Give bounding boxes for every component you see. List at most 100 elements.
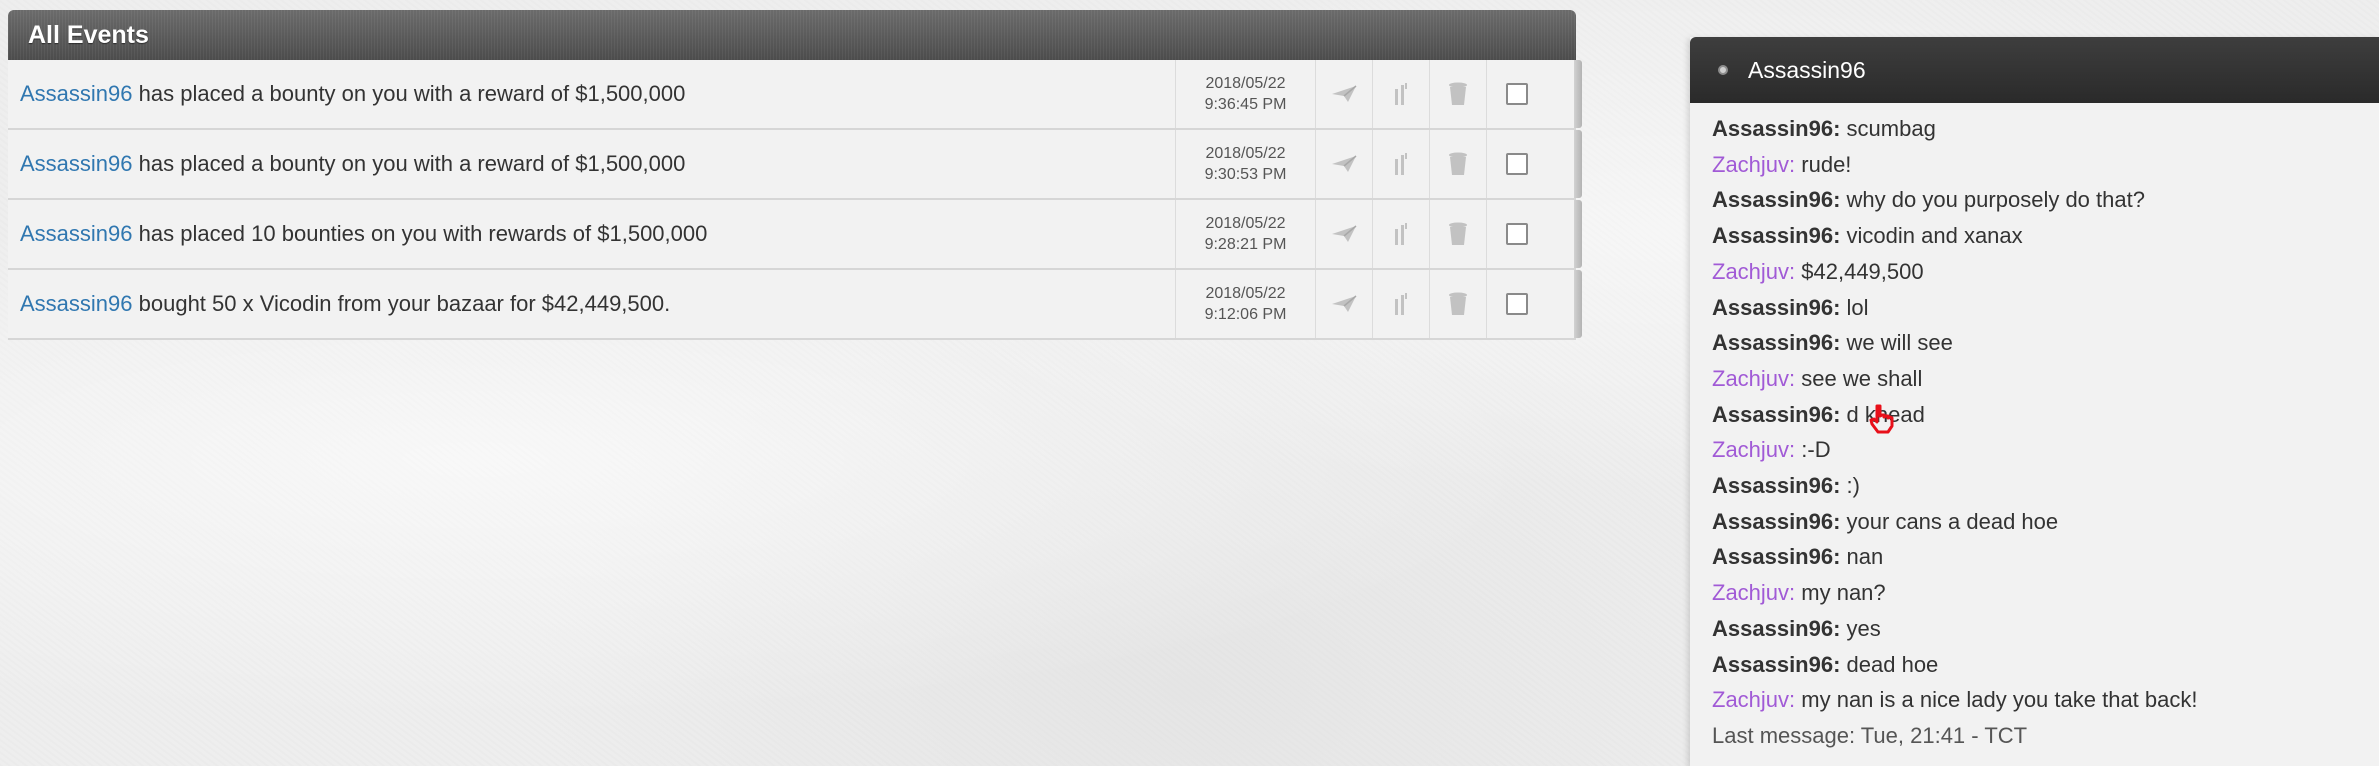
- event-user-link[interactable]: Assassin96: [20, 291, 133, 316]
- send-button[interactable]: [1316, 200, 1373, 268]
- send-icon: [1330, 154, 1358, 174]
- chat-message: Zachjuv: $42,449,500: [1712, 254, 2379, 290]
- chat-sender: Assassin96:: [1712, 544, 1841, 570]
- chat-sender: Assassin96:: [1712, 294, 1841, 320]
- events-panel: All Events Assassin96 has placed a bount…: [8, 10, 1582, 340]
- chat-message: Assassin96: dead hoe: [1712, 647, 2379, 683]
- event-select: [1487, 200, 1547, 268]
- send-button[interactable]: [1316, 270, 1373, 338]
- chat-text: yes: [1840, 615, 1881, 641]
- chat-messages: Assassin96: scumbag Zachjuv: rude! Assassi…: [1690, 103, 2379, 753]
- event-checkbox[interactable]: [1506, 223, 1528, 245]
- report-button[interactable]: [1373, 270, 1430, 338]
- chat-message: Assassin96: :): [1712, 468, 2379, 504]
- chat-sender: Zachjuv:: [1712, 437, 1796, 463]
- chat-text: $42,449,500: [1795, 258, 1924, 284]
- event-timestamp: 2018/05/22 9:36:45 PM: [1176, 60, 1316, 128]
- chat-header[interactable]: Assassin96: [1690, 37, 2379, 103]
- status-dot-icon: [1718, 65, 1728, 75]
- chat-text: scumbag: [1840, 116, 1936, 141]
- event-timestamp: 2018/05/22 9:30:53 PM: [1176, 130, 1316, 198]
- event-time: 9:28:21 PM: [1204, 236, 1287, 253]
- chat-message: Assassin96: d khead: [1712, 397, 2379, 433]
- trash-icon: [1447, 151, 1469, 177]
- event-text: has placed a bounty on you with a reward…: [132, 81, 686, 106]
- event-checkbox[interactable]: [1506, 83, 1528, 105]
- event-date: 2018/05/22: [1205, 285, 1286, 302]
- chat-message: Zachjuv: my nan?: [1712, 575, 2379, 611]
- event-time: 9:30:53 PM: [1204, 166, 1287, 183]
- trash-icon: [1447, 221, 1469, 247]
- report-button[interactable]: [1373, 200, 1430, 268]
- chat-sender: Assassin96:: [1712, 615, 1841, 641]
- last-message-info: Last message: Tue, 21:41 - TCT: [1712, 722, 2028, 748]
- event-message: Assassin96 has placed a bounty on you wi…: [8, 130, 1176, 198]
- chat-message: Assassin96: scumbag: [1712, 111, 2379, 147]
- chat-sender: Zachjuv:: [1712, 580, 1796, 606]
- chat-text: :): [1840, 473, 1860, 499]
- event-row: Assassin96 has placed a bounty on you wi…: [8, 60, 1582, 130]
- hand-cursor-icon: [1869, 404, 1894, 434]
- chat-text: we will see: [1840, 330, 1953, 356]
- chat-sender: Zachjuv:: [1712, 687, 1796, 713]
- event-row: Assassin96 has placed 10 bounties on you…: [8, 200, 1582, 270]
- chat-message: Assassin96: your cans a dead hoe: [1712, 504, 2379, 540]
- event-user-link[interactable]: Assassin96: [20, 221, 133, 246]
- report-icon: [1392, 81, 1410, 107]
- event-user-link[interactable]: Assassin96: [20, 81, 133, 106]
- chat-message: Assassin96: yes: [1712, 611, 2379, 647]
- event-checkbox[interactable]: [1506, 153, 1528, 175]
- chat-message: Zachjuv: my nan is a nice lady you take …: [1712, 682, 2379, 718]
- event-select: [1487, 270, 1547, 338]
- chat-sender: Assassin96:: [1712, 330, 1841, 356]
- event-select: [1487, 130, 1547, 198]
- event-checkbox[interactable]: [1506, 293, 1528, 315]
- chat-text: my nan is a nice lady you take that back…: [1795, 687, 2198, 713]
- chat-title: Assassin96: [1748, 56, 1866, 83]
- send-button[interactable]: [1316, 60, 1373, 128]
- event-message: Assassin96 has placed 10 bounties on you…: [8, 200, 1176, 268]
- events-title: All Events: [8, 10, 1576, 60]
- event-time: 9:12:06 PM: [1204, 306, 1287, 323]
- delete-button[interactable]: [1430, 200, 1487, 268]
- event-text: has placed a bounty on you with a reward…: [132, 151, 686, 176]
- chat-message: Assassin96: why do you purposely do that…: [1712, 182, 2379, 218]
- chat-message: Zachjuv: :-D: [1712, 432, 2379, 468]
- event-select: [1487, 60, 1547, 128]
- chat-message: Assassin96: nan: [1712, 539, 2379, 575]
- delete-button[interactable]: [1430, 60, 1487, 128]
- chat-text: my nan?: [1795, 580, 1886, 606]
- event-user-link[interactable]: Assassin96: [20, 151, 133, 176]
- event-text: has placed 10 bounties on you with rewar…: [132, 221, 708, 246]
- delete-button[interactable]: [1430, 130, 1487, 198]
- event-row: Assassin96 has placed a bounty on you wi…: [8, 130, 1582, 200]
- trash-icon: [1447, 81, 1469, 107]
- chat-sender: Zachjuv:: [1712, 258, 1796, 284]
- report-icon: [1392, 291, 1410, 317]
- event-message: Assassin96 has placed a bounty on you wi…: [8, 60, 1176, 128]
- chat-message: Assassin96: we will see: [1712, 325, 2379, 361]
- chat-text: :-D: [1795, 437, 1831, 463]
- trash-icon: [1447, 291, 1469, 317]
- delete-button[interactable]: [1430, 270, 1487, 338]
- chat-text: dead hoe: [1840, 651, 1939, 677]
- send-icon: [1330, 84, 1358, 104]
- chat-sender: Assassin96:: [1712, 508, 1841, 534]
- chat-sender: Zachjuv:: [1712, 151, 1796, 177]
- send-button[interactable]: [1316, 130, 1373, 198]
- report-icon: [1392, 221, 1410, 247]
- chat-message: Zachjuv: see we shall: [1712, 361, 2379, 397]
- event-message: Assassin96 bought 50 x Vicodin from your…: [8, 270, 1176, 338]
- send-icon: [1330, 294, 1358, 314]
- chat-message: Zachjuv: rude!: [1712, 147, 2379, 183]
- chat-text: lol: [1840, 294, 1869, 320]
- chat-text: why do you purposely do that?: [1840, 187, 2145, 213]
- chat-text: nan: [1840, 544, 1884, 570]
- chat-sender: Assassin96:: [1712, 187, 1841, 213]
- chat-window: Assassin96 Assassin96: scumbag Zachjuv: r…: [1690, 37, 2379, 766]
- events-list: Assassin96 has placed a bounty on you wi…: [8, 60, 1582, 340]
- report-button[interactable]: [1373, 130, 1430, 198]
- event-time: 9:36:45 PM: [1204, 96, 1287, 113]
- report-button[interactable]: [1373, 60, 1430, 128]
- chat-sender: Assassin96:: [1712, 651, 1841, 677]
